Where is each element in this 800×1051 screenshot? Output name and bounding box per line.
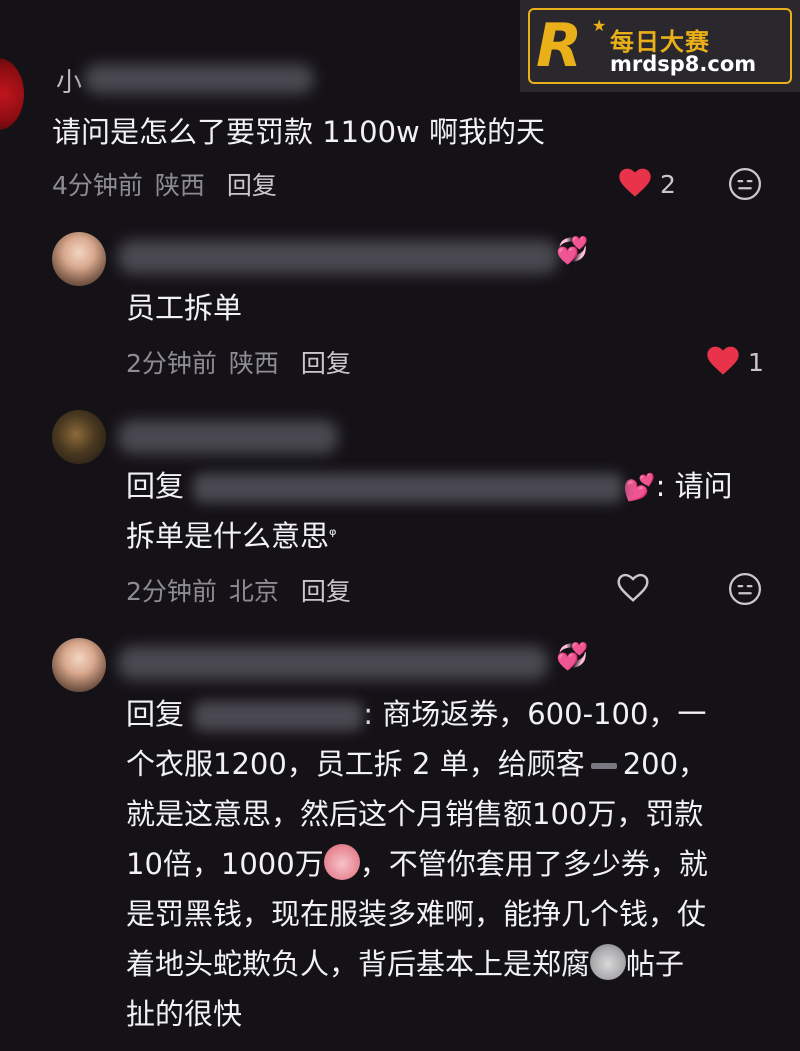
reply-line-4: 10倍，1000万 ，不管你套用了多少券，就 [126, 840, 708, 888]
comment-meta: 2分钟前 北京 回复 [126, 572, 351, 608]
reply-button[interactable]: 回复 [227, 171, 277, 200]
comment-location: 陕西 [228, 349, 279, 378]
comment-meta: 4分钟前 陕西 回复 [52, 166, 277, 202]
like-count: 2 [660, 170, 676, 199]
sweating-face-emoji-icon [323, 844, 360, 880]
comment-text: 请问是怎么了要罚款 1100w 啊我的天 [52, 115, 545, 149]
comment-location: 陕西 [154, 171, 205, 200]
sparkling-hearts-icon: 💞 [556, 642, 589, 672]
like-count: 1 [748, 348, 764, 377]
comment-text: 拆单是什么意思 [126, 519, 330, 553]
comment-text: 着地头蛇欺负人，背后基本上是郑腐 [126, 947, 591, 981]
reply-line-2: 拆单是什么意思ᵠ [126, 512, 337, 560]
watermark-logo-icon: R [536, 11, 582, 81]
reply-line-1: 回复 💕: 请问 [126, 462, 733, 512]
comment-text: : 商场返券，600-100，一 [363, 697, 707, 731]
watermark: R ★ 每日大赛 mrdsp8.com [520, 0, 800, 92]
comment-text: 帖子 [626, 947, 685, 981]
reply-line-6: 着地头蛇欺负人，背后基本上是郑腐 帖子 [126, 940, 684, 988]
mentioned-username-blurred [193, 701, 364, 731]
watermark-url: mrdsp8.com [610, 52, 757, 76]
comment-text: 个衣服1200，员工拆 2 单，给顾客 [126, 747, 585, 781]
heart-outline-icon[interactable] [616, 573, 650, 603]
emoji-face-icon[interactable] [728, 167, 762, 201]
reply-line-1: 回复 : 商场返券，600-100，一 [126, 690, 706, 738]
reply-prefix: 回复 [126, 469, 185, 503]
reply-button[interactable]: 回复 [301, 577, 351, 606]
reply-button[interactable]: 回复 [301, 349, 351, 378]
username-blurred [118, 420, 338, 454]
comment-text: 员工拆单 [126, 291, 243, 325]
sparkling-hearts-icon: 💞 [556, 236, 589, 266]
mentioned-username-blurred [193, 473, 624, 503]
comment-time: 2分钟前 [126, 349, 217, 378]
sparkling-hearts-icon: 💕 [623, 473, 656, 503]
emoji-face-icon[interactable] [728, 572, 762, 606]
comment-time: 4分钟前 [52, 171, 143, 200]
comment-meta: 2分钟前 陕西 回复 [126, 344, 351, 380]
avatar[interactable] [52, 638, 106, 692]
reply-suffix: : 请问 [655, 469, 733, 503]
reply-line-7: 扯的很快 [126, 997, 243, 1031]
avatar[interactable] [52, 232, 106, 286]
reply-prefix: 回复 [126, 697, 185, 731]
username-visible-part[interactable]: 小 [56, 62, 82, 99]
comment-time: 2分钟前 [126, 577, 217, 606]
avatar[interactable] [52, 410, 106, 464]
comment-text: 10倍，1000万 [126, 847, 324, 881]
watermark-frame: R ★ 每日大赛 mrdsp8.com [528, 8, 792, 84]
star-icon: ★ [592, 16, 607, 35]
grey-face-emoji-icon [590, 944, 627, 980]
avatar[interactable] [0, 58, 24, 130]
redacted-mark [590, 763, 617, 769]
search-icon[interactable]: ᵠ [329, 525, 336, 546]
reply-line-5: 是罚黑钱，现在服装多难啊，能挣几个钱，仗 [126, 897, 707, 931]
reply-line-3: 就是这意思，然后这个月销售额100万，罚款 [126, 797, 704, 831]
username-blurred [118, 240, 558, 274]
heart-filled-icon[interactable] [706, 346, 740, 376]
comment-text: ，不管你套用了多少券，就 [359, 847, 708, 881]
username-blurred [84, 64, 314, 94]
comment-text: 200， [622, 747, 708, 781]
heart-filled-icon[interactable] [618, 168, 652, 198]
comment-location: 北京 [228, 577, 279, 606]
reply-line-2: 个衣服1200，员工拆 2 单，给顾客 200， [126, 740, 707, 788]
username-blurred [118, 646, 548, 680]
